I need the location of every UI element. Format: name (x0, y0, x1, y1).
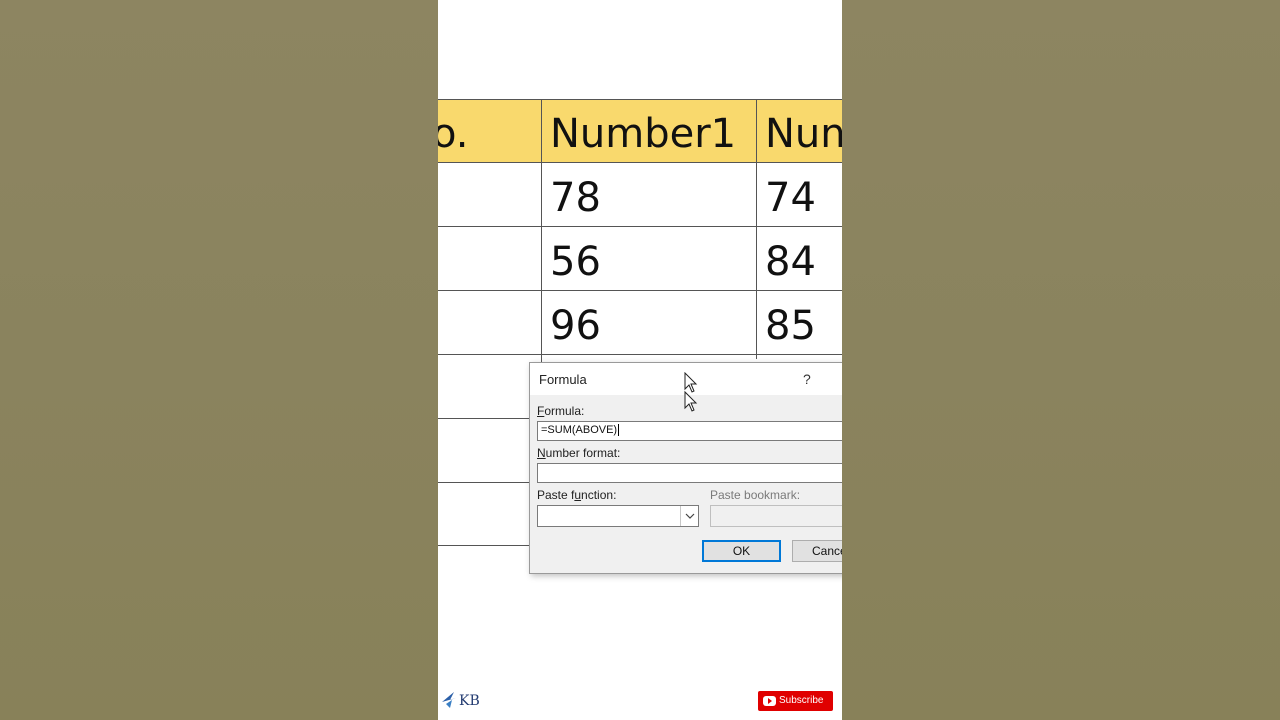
background-right (842, 0, 1280, 720)
paste-bookmark-label: Paste bookmark: (710, 488, 801, 502)
paste-function-label: Paste function: (537, 488, 617, 502)
help-button[interactable]: ? (803, 371, 811, 387)
formula-label: Formula: (537, 404, 585, 418)
ok-button[interactable]: OK (702, 540, 781, 562)
paste-function-select[interactable] (537, 505, 699, 527)
formula-label-text: ormula: (544, 404, 585, 418)
formula-input[interactable]: =SUM(ABOVE) (537, 421, 842, 441)
number-format-input[interactable] (537, 463, 842, 483)
dialog-title: Formula (539, 372, 587, 387)
number-format-label: Number format: (537, 446, 621, 460)
chevron-down-icon[interactable] (680, 506, 698, 526)
text-caret (618, 424, 620, 437)
mouse-pointer-icon (684, 372, 698, 412)
cancel-button[interactable]: Cance (792, 540, 842, 562)
paste-bookmark-select (710, 505, 842, 527)
dialog-clip: Formula ? Formula: =SUM(ABOVE) Number fo… (0, 0, 842, 720)
formula-value: =SUM(ABOVE) (541, 424, 618, 436)
